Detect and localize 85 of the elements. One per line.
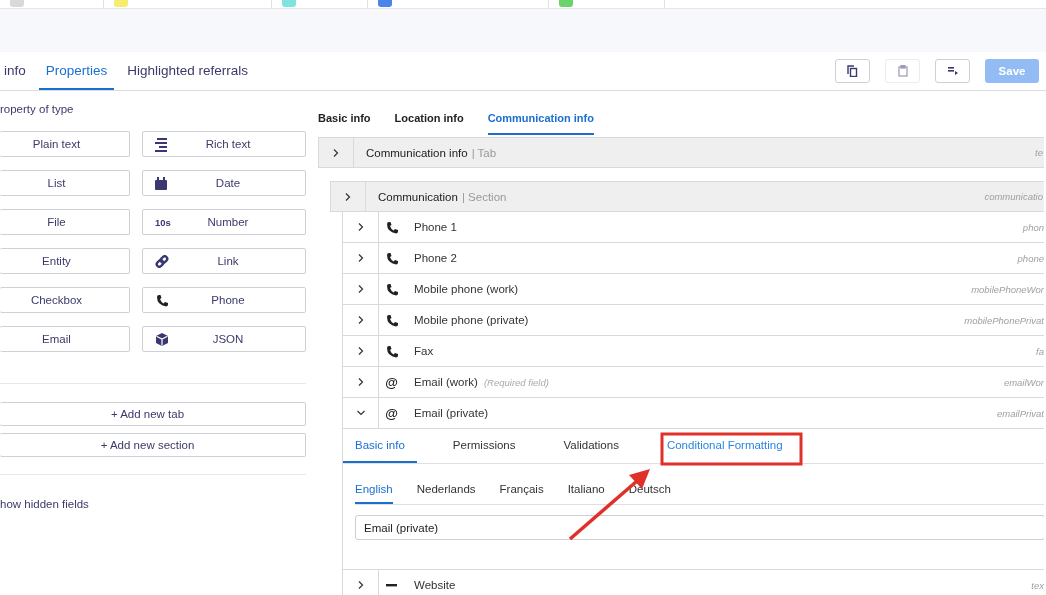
field-label: Email (work)	[414, 376, 478, 388]
phone-icon	[384, 251, 399, 265]
property-type-button[interactable]: JSON	[142, 326, 306, 352]
field-label: Mobile phone (private)	[414, 314, 529, 326]
phone-icon	[384, 344, 399, 358]
field-row[interactable]: Website tex	[343, 570, 1044, 595]
tab[interactable]: Validations	[551, 429, 631, 463]
tab[interactable]: Permissions	[440, 429, 528, 463]
at-sign-icon: @	[385, 405, 398, 421]
field-label: Phone 2	[414, 252, 457, 264]
list-arrow-icon	[947, 66, 958, 76]
required-note: (Required field)	[483, 376, 549, 388]
property-type-button[interactable]: Email	[0, 326, 130, 352]
tab[interactable]: Properties	[38, 52, 115, 90]
link-icon	[155, 254, 169, 268]
field-row[interactable]: Phone 1 phon	[343, 212, 1044, 243]
field-row[interactable]: @ Email (work) (Required field) emailWor	[343, 367, 1044, 398]
row-type: | Section	[461, 190, 507, 203]
format-button[interactable]	[935, 59, 970, 83]
field-row[interactable]: @ Email (private) emailPrivat	[343, 398, 1044, 429]
copy-button[interactable]	[835, 59, 870, 83]
phone-icon	[384, 313, 399, 327]
property-type-button[interactable]: List	[0, 170, 130, 196]
calendar-icon	[155, 176, 167, 190]
tab[interactable]: Conditional Formatting	[654, 429, 795, 463]
phone-icon	[384, 282, 399, 296]
property-type-button[interactable]: Phone	[142, 287, 306, 313]
phone-icon	[384, 220, 399, 234]
language-tab[interactable]: English	[355, 476, 393, 504]
field-key: emailPrivat	[997, 407, 1044, 419]
property-type-button[interactable]: Entity	[0, 248, 130, 274]
box-icon	[155, 332, 169, 346]
phone-icon	[155, 293, 169, 307]
field-key: te	[1035, 147, 1044, 158]
language-tab[interactable]: Français	[499, 476, 544, 504]
property-type-button[interactable]: Plain text	[0, 131, 130, 157]
field-row[interactable]: Phone 2 phone	[343, 243, 1044, 274]
field-key: mobilePhoneWor	[971, 283, 1044, 295]
number-icon: 10s	[155, 216, 171, 228]
field-key: communicatio	[984, 191, 1044, 202]
property-type-button[interactable]: Checkbox	[0, 287, 130, 313]
field-label: Fax	[414, 345, 434, 357]
property-type-button[interactable]: Date	[142, 170, 306, 196]
chevron-down-icon[interactable]	[355, 408, 366, 418]
property-type-button[interactable]: Link	[142, 248, 306, 274]
tab[interactable]: Communication info	[487, 111, 594, 135]
field-key: phon	[1022, 221, 1044, 233]
tab[interactable]: Location info	[394, 111, 464, 135]
field-row[interactable]: Mobile phone (private) mobilePhonePrivat	[343, 305, 1044, 336]
language-tab[interactable]: Nederlands	[416, 476, 476, 504]
field-key: fa	[1036, 345, 1044, 357]
field-row[interactable]: Mobile phone (work) mobilePhoneWor	[343, 274, 1044, 305]
align-right-icon	[155, 136, 167, 152]
clipboard-icon	[897, 65, 908, 77]
copy-icon	[847, 65, 858, 77]
field-label: Website	[414, 579, 456, 591]
property-type-button[interactable]: Rich text	[142, 131, 306, 157]
tab[interactable]: Basic info	[318, 111, 371, 135]
section-row[interactable]: Communication | Section communicatio	[330, 181, 1044, 212]
field-key: mobilePhonePrivat	[964, 314, 1044, 326]
row-title: Communication	[378, 190, 458, 203]
property-type-button[interactable]: File	[0, 209, 130, 235]
chevron-right-icon[interactable]	[331, 147, 341, 158]
row-title: Communication info	[366, 146, 468, 159]
row-type: | Tab	[471, 146, 497, 159]
section-heading: roperty of type	[0, 103, 75, 117]
add-button[interactable]: + Add new section	[0, 433, 306, 457]
field-label: Mobile phone (work)	[414, 283, 519, 295]
field-label: Email (private)	[414, 407, 489, 419]
show-hidden-fields-label[interactable]: how hidden fields	[0, 498, 306, 510]
chevron-right-icon[interactable]	[343, 191, 353, 202]
field-key: tex	[1031, 579, 1044, 591]
property-type-button[interactable]: 10s Number	[142, 209, 306, 235]
add-button[interactable]: + Add new tab	[0, 402, 306, 426]
tab[interactable]: Highlighted referrals	[120, 52, 256, 90]
language-tab[interactable]: Italiano	[567, 476, 605, 504]
input-field[interactable]: Email (private)	[355, 515, 1044, 540]
field-key: emailWor	[1003, 376, 1044, 388]
field-key: phone	[1017, 252, 1044, 264]
tab[interactable]: Basic info	[343, 429, 417, 463]
field-row[interactable]: Fax fa	[343, 336, 1044, 367]
at-sign-icon: @	[385, 374, 398, 390]
field-label: Phone 1	[414, 221, 457, 233]
tab-row[interactable]: Communication info | Tab te	[318, 137, 1044, 168]
tab[interactable]: info	[0, 52, 33, 90]
